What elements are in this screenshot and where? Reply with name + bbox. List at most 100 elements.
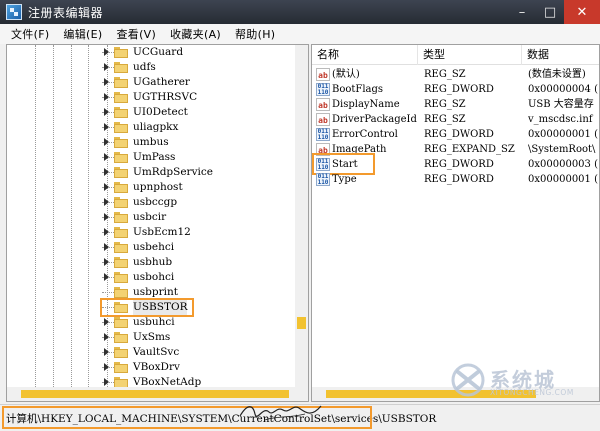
tree-node-label[interactable]: UmPass xyxy=(133,150,175,165)
tree-node[interactable]: UmRdpService xyxy=(7,165,297,180)
expand-arrow-icon[interactable] xyxy=(104,348,109,356)
tree-node-label[interactable]: USBSTOR xyxy=(133,300,188,315)
title-bar[interactable]: 注册表编辑器 – □ ✕ xyxy=(0,0,600,24)
tree-node[interactable]: UI0Detect xyxy=(7,105,297,120)
value-row[interactable]: 011 110 ErrorControl REG_DWORD 0x00000001 ( xyxy=(312,127,599,142)
tree-horizontal-scrollbar[interactable] xyxy=(7,387,308,401)
tree-node-label[interactable]: usbuhci xyxy=(133,315,175,330)
tree-node[interactable]: UsbEcm12 xyxy=(7,225,297,240)
tree-node-label[interactable]: usbccgp xyxy=(133,195,177,210)
tree-node[interactable]: umbus xyxy=(7,135,297,150)
value-row[interactable]: 011 110 Start REG_DWORD 0x00000003 ( xyxy=(312,157,599,172)
tree-node-label[interactable]: UGatherer xyxy=(133,75,190,90)
tree-node-label[interactable]: UmRdpService xyxy=(133,165,213,180)
tree-node-label[interactable]: umbus xyxy=(133,135,169,150)
expand-arrow-icon[interactable] xyxy=(104,363,109,371)
tree-node-label[interactable]: UxSms xyxy=(133,330,170,345)
expand-arrow-icon[interactable] xyxy=(104,378,109,386)
menu-favorites[interactable]: 收藏夹(A) xyxy=(163,26,228,42)
tree-connector xyxy=(102,292,114,293)
expand-arrow-icon[interactable] xyxy=(104,258,109,266)
tree-hscroll-thumb[interactable] xyxy=(21,390,289,398)
expand-arrow-icon[interactable] xyxy=(104,93,109,101)
tree-node-label[interactable]: upnphost xyxy=(133,180,183,195)
tree-node-label[interactable]: UGTHRSVC xyxy=(133,90,197,105)
maximize-icon[interactable]: □ xyxy=(536,0,564,24)
expand-arrow-icon[interactable] xyxy=(104,153,109,161)
tree-node-label[interactable]: VBoxDrv xyxy=(133,360,180,375)
tree-node-label[interactable]: UCGuard xyxy=(133,45,183,60)
folder-icon xyxy=(114,242,128,253)
tree-node-label[interactable]: uliagpkx xyxy=(133,120,178,135)
tree-node[interactable]: udfs xyxy=(7,60,297,75)
tree-node[interactable]: VaultSvc xyxy=(7,345,297,360)
expand-arrow-icon[interactable] xyxy=(104,213,109,221)
tree-node-label[interactable]: usbprint xyxy=(133,285,178,300)
tree-node[interactable]: usbcir xyxy=(7,210,297,225)
expand-arrow-icon[interactable] xyxy=(104,243,109,251)
list-hscroll-thumb[interactable] xyxy=(326,390,536,398)
value-row[interactable]: ab DisplayName REG_SZ USB 大容量存 xyxy=(312,97,599,112)
expand-arrow-icon[interactable] xyxy=(104,168,109,176)
tree-node[interactable]: UGTHRSVC xyxy=(7,90,297,105)
tree-node[interactable]: VBoxDrv xyxy=(7,360,297,375)
expand-arrow-icon[interactable] xyxy=(104,273,109,281)
tree-node-label[interactable]: VaultSvc xyxy=(133,345,179,360)
menu-view[interactable]: 查看(V) xyxy=(109,26,163,42)
tree-node[interactable]: UxSms xyxy=(7,330,297,345)
tree-node[interactable]: uliagpkx xyxy=(7,120,297,135)
expand-arrow-icon[interactable] xyxy=(104,108,109,116)
values-list-pane[interactable]: 名称 类型 数据 ab (默认) REG_SZ (数值未设置) 011 110 BootF… xyxy=(311,44,600,402)
tree-node[interactable]: UCGuard xyxy=(7,45,297,60)
value-row[interactable]: ab DriverPackageId REG_SZ v_mscdsc.inf xyxy=(312,112,599,127)
expand-arrow-icon[interactable] xyxy=(104,63,109,71)
value-row[interactable]: 011 110 BootFlags REG_DWORD 0x00000004 ( xyxy=(312,82,599,97)
value-data: USB 大容量存 xyxy=(528,99,594,110)
expand-arrow-icon[interactable] xyxy=(104,333,109,341)
tree-node-label[interactable]: udfs xyxy=(133,60,156,75)
value-name: Type xyxy=(332,174,357,185)
registry-tree-pane[interactable]: UCGuard udfs UGatherer UGTHRSVC UI0Detect uli… xyxy=(6,44,309,402)
tree-node-label[interactable]: UsbEcm12 xyxy=(133,225,191,240)
tree-node[interactable]: USBSTOR xyxy=(7,300,297,315)
folder-icon xyxy=(114,77,128,88)
value-row[interactable]: ab ImagePath REG_EXPAND_SZ \SystemRoot\ xyxy=(312,142,599,157)
tree-scroll-thumb[interactable] xyxy=(297,317,306,329)
column-type-header[interactable]: 类型 xyxy=(418,45,522,65)
tree-node[interactable]: upnphost xyxy=(7,180,297,195)
tree-vertical-scrollbar[interactable] xyxy=(295,45,308,387)
tree-node[interactable]: UmPass xyxy=(7,150,297,165)
tree-node[interactable]: usbuhci xyxy=(7,315,297,330)
tree-node[interactable]: usbohci xyxy=(7,270,297,285)
expand-arrow-icon[interactable] xyxy=(104,48,109,56)
menu-file[interactable]: 文件(F) xyxy=(4,26,56,42)
expand-arrow-icon[interactable] xyxy=(104,78,109,86)
expand-arrow-icon[interactable] xyxy=(104,123,109,131)
tree-node[interactable]: UGatherer xyxy=(7,75,297,90)
value-row[interactable]: ab (默认) REG_SZ (数值未设置) xyxy=(312,67,599,82)
expand-arrow-icon[interactable] xyxy=(104,318,109,326)
menu-edit[interactable]: 编辑(E) xyxy=(56,26,109,42)
close-icon[interactable]: ✕ xyxy=(564,0,600,24)
tree-node-label[interactable]: UI0Detect xyxy=(133,105,188,120)
expand-arrow-icon[interactable] xyxy=(104,198,109,206)
list-horizontal-scrollbar[interactable] xyxy=(312,387,599,401)
tree-node-label[interactable]: usbcir xyxy=(133,210,166,225)
column-name-header[interactable]: 名称 xyxy=(312,45,418,65)
tree-node[interactable]: usbehci xyxy=(7,240,297,255)
minimize-icon[interactable]: – xyxy=(508,0,536,24)
expand-arrow-icon[interactable] xyxy=(104,228,109,236)
tree-node[interactable]: usbccgp xyxy=(7,195,297,210)
expand-arrow-icon[interactable] xyxy=(104,138,109,146)
column-data-header[interactable]: 数据 xyxy=(522,45,599,65)
value-row[interactable]: 011 110 Type REG_DWORD 0x00000001 ( xyxy=(312,172,599,187)
tree-node[interactable]: usbhub xyxy=(7,255,297,270)
tree-node[interactable]: usbprint xyxy=(7,285,297,300)
tree-node-label[interactable]: usbohci xyxy=(133,270,174,285)
value-type: REG_DWORD xyxy=(424,129,494,140)
expand-arrow-icon[interactable] xyxy=(104,183,109,191)
menu-help[interactable]: 帮助(H) xyxy=(228,26,282,42)
tree-node-label[interactable]: usbehci xyxy=(133,240,174,255)
tree-node-label[interactable]: usbhub xyxy=(133,255,172,270)
string-value-icon: ab xyxy=(316,143,330,156)
